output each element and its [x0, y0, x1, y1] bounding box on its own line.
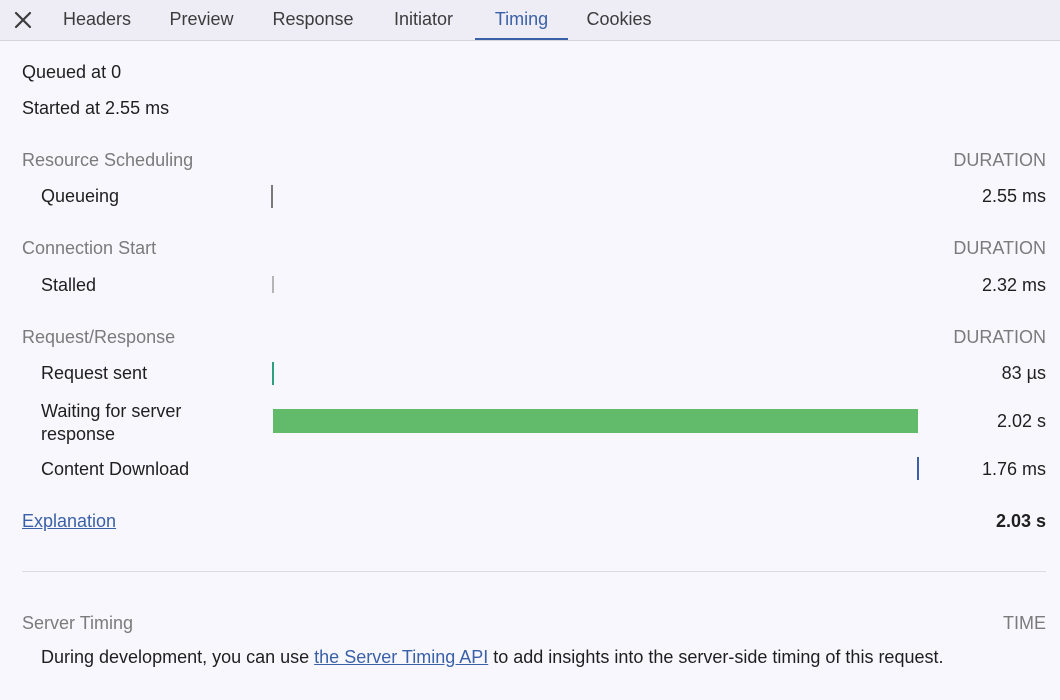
started-at-text: Started at 2.55 ms [22, 98, 170, 118]
tab-bar: Headers Preview Response Initiator Timin… [0, 0, 1060, 41]
section-title-request-response: Request/Response [22, 327, 176, 347]
server-timing-text-after: to add insights into the server-side tim… [488, 647, 944, 667]
server-timing-description: During development, you can use the Serv… [41, 646, 1041, 669]
close-button[interactable] [8, 5, 38, 35]
duration-header: DURATION [953, 327, 1046, 347]
row-label-queueing: Queueing [41, 186, 120, 206]
row-value-content-download: 1.76 ms [981, 459, 1046, 479]
duration-header: DURATION [953, 238, 1046, 258]
queued-at-text: Queued at 0 [22, 62, 122, 82]
close-icon [14, 11, 32, 29]
row-value-request-sent: 83 µs [1001, 363, 1046, 383]
section-title-resource-scheduling: Resource Scheduling [22, 150, 194, 170]
timing-bar-waiting [273, 409, 918, 433]
tab-preview[interactable]: Preview [150, 0, 253, 40]
row-value-waiting: 2.02 s [996, 411, 1046, 431]
divider [22, 571, 1046, 572]
row-label-stalled: Stalled [41, 275, 97, 295]
explanation-link[interactable]: Explanation [22, 511, 116, 532]
section-title-connection-start: Connection Start [22, 238, 157, 258]
timing-bar-content-download [917, 457, 919, 480]
tab-headers[interactable]: Headers [44, 0, 150, 40]
tab-cookies[interactable]: Cookies [568, 0, 670, 40]
row-value-stalled: 2.32 ms [981, 275, 1046, 295]
timing-bar-request-sent [272, 362, 274, 385]
duration-header: DURATION [953, 150, 1046, 170]
total-duration: 2.03 s [995, 511, 1046, 531]
row-label-content-download: Content Download [41, 459, 190, 479]
time-header: TIME [1003, 613, 1046, 633]
section-title-server-timing: Server Timing [22, 613, 134, 633]
server-timing-api-link[interactable]: the Server Timing API [314, 647, 488, 667]
row-value-queueing: 2.55 ms [981, 186, 1046, 206]
tab-response[interactable]: Response [253, 0, 373, 40]
server-timing-text-before: During development, you can use [41, 647, 315, 667]
timing-bar-queueing [271, 185, 273, 208]
timing-bar-stalled [272, 276, 274, 293]
row-label-waiting: Waiting for server response [41, 401, 182, 444]
tab-timing[interactable]: Timing [475, 0, 568, 40]
tab-initiator[interactable]: Initiator [373, 0, 474, 40]
row-label-request-sent: Request sent [41, 363, 148, 383]
